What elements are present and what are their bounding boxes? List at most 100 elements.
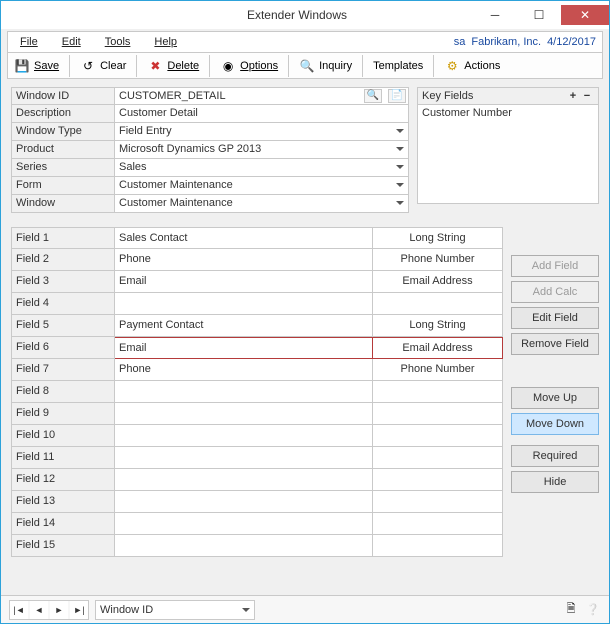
options-icon: ◉ (220, 58, 236, 74)
field-name-cell[interactable] (115, 513, 373, 535)
field-type-cell[interactable] (373, 513, 503, 535)
sort-by-select[interactable]: Window ID (95, 600, 255, 620)
field-row[interactable]: Field 3EmailEmail Address (11, 271, 503, 293)
field-row[interactable]: Field 5Payment ContactLong String (11, 315, 503, 337)
input-window-id[interactable]: CUSTOMER_DETAIL 🔍 📄 (115, 87, 409, 105)
delete-button[interactable]: ✖Delete (141, 55, 205, 77)
select-form[interactable]: Customer Maintenance (115, 177, 409, 195)
required-button[interactable]: Required (511, 445, 599, 467)
lookup-icon[interactable]: 🔍 (364, 89, 382, 103)
remove-field-button[interactable]: Remove Field (511, 333, 599, 355)
field-type-cell[interactable]: Long String (373, 315, 503, 337)
field-name-cell[interactable]: Payment Contact (115, 315, 373, 337)
field-row[interactable]: Field 13 (11, 491, 503, 513)
field-type-cell[interactable]: Long String (373, 227, 503, 249)
nav-next-button[interactable]: ► (50, 601, 68, 619)
field-row[interactable]: Field 7PhonePhone Number (11, 359, 503, 381)
key-field-item[interactable]: Customer Number (422, 107, 594, 119)
nav-first-button[interactable]: |◄ (10, 601, 28, 619)
menu-help[interactable]: Help (142, 33, 189, 51)
note-icon[interactable]: 📄 (388, 89, 406, 103)
templates-button[interactable]: Templates (367, 55, 429, 77)
record-nav: |◄ ◄ ► ►| (9, 600, 89, 620)
field-row[interactable]: Field 12 (11, 469, 503, 491)
field-type-cell[interactable] (373, 469, 503, 491)
clear-button[interactable]: ↺Clear (74, 55, 132, 77)
select-window[interactable]: Customer Maintenance (115, 195, 409, 213)
field-name-cell[interactable] (115, 469, 373, 491)
extender-window: Extender Windows ─ ☐ ✕ File Edit Tools H… (0, 0, 610, 624)
field-type-cell[interactable]: Phone Number (373, 249, 503, 271)
field-row[interactable]: Field 4 (11, 293, 503, 315)
menu-tools[interactable]: Tools (93, 33, 143, 51)
move-down-button[interactable]: Move Down (511, 413, 599, 435)
field-row[interactable]: Field 8 (11, 381, 503, 403)
select-product[interactable]: Microsoft Dynamics GP 2013 (115, 141, 409, 159)
menu-file[interactable]: File (8, 33, 50, 51)
field-name-cell[interactable]: Phone (115, 359, 373, 381)
field-name-cell[interactable]: Sales Contact (115, 227, 373, 249)
field-label: Field 13 (11, 491, 115, 513)
field-row[interactable]: Field 2PhonePhone Number (11, 249, 503, 271)
edit-field-button[interactable]: Edit Field (511, 307, 599, 329)
field-type-cell[interactable] (373, 425, 503, 447)
field-name-cell[interactable] (115, 447, 373, 469)
field-type-cell[interactable] (373, 403, 503, 425)
hide-button[interactable]: Hide (511, 471, 599, 493)
inquiry-button[interactable]: 🔍Inquiry (293, 55, 358, 77)
field-label: Field 2 (11, 249, 115, 271)
field-name-cell[interactable] (115, 293, 373, 315)
nav-prev-button[interactable]: ◄ (30, 601, 48, 619)
field-name-cell[interactable] (115, 381, 373, 403)
actions-column: Add Field Add Calc Edit Field Remove Fie… (511, 227, 599, 557)
move-up-button[interactable]: Move Up (511, 387, 599, 409)
field-row[interactable]: Field 9 (11, 403, 503, 425)
menu-edit[interactable]: Edit (50, 33, 93, 51)
nav-last-button[interactable]: ►| (70, 601, 88, 619)
label-form: Form (11, 177, 115, 195)
save-icon: 💾 (14, 58, 30, 74)
actions-button[interactable]: ⚙Actions (438, 55, 506, 77)
field-row[interactable]: Field 15 (11, 535, 503, 557)
field-row[interactable]: Field 14 (11, 513, 503, 535)
label-product: Product (11, 141, 115, 159)
field-type-cell[interactable]: Email Address (373, 271, 503, 293)
field-type-cell[interactable]: Email Address (373, 337, 503, 359)
add-calc-button[interactable]: Add Calc (511, 281, 599, 303)
field-type-cell[interactable] (373, 381, 503, 403)
field-type-cell[interactable]: Phone Number (373, 359, 503, 381)
field-row[interactable]: Field 10 (11, 425, 503, 447)
window-title: Extender Windows (121, 8, 473, 22)
field-type-cell[interactable] (373, 293, 503, 315)
select-window-type[interactable]: Field Entry (115, 123, 409, 141)
current-date: 4/12/2017 (547, 36, 596, 48)
field-row[interactable]: Field 1Sales ContactLong String (11, 227, 503, 249)
key-fields-add-button[interactable]: + (566, 90, 580, 102)
field-name-cell[interactable] (115, 403, 373, 425)
label-window-type: Window Type (11, 123, 115, 141)
field-label: Field 15 (11, 535, 115, 557)
key-fields-remove-button[interactable]: − (580, 90, 594, 102)
input-description[interactable]: Customer Detail (115, 105, 409, 123)
field-name-cell[interactable] (115, 425, 373, 447)
save-button[interactable]: 💾Save (8, 55, 65, 77)
field-name-cell[interactable] (115, 491, 373, 513)
field-name-cell[interactable]: Phone (115, 249, 373, 271)
field-name-cell[interactable] (115, 535, 373, 557)
help-icon[interactable]: ❔ (585, 602, 601, 618)
field-type-cell[interactable] (373, 535, 503, 557)
add-field-button[interactable]: Add Field (511, 255, 599, 277)
field-name-cell[interactable]: Email (115, 337, 373, 359)
field-row[interactable]: Field 11 (11, 447, 503, 469)
select-series[interactable]: Sales (115, 159, 409, 177)
options-button[interactable]: ◉Options (214, 55, 284, 77)
minimize-button[interactable]: ─ (473, 5, 517, 25)
maximize-button[interactable]: ☐ (517, 5, 561, 25)
field-name-cell[interactable]: Email (115, 271, 373, 293)
key-fields-list[interactable]: Customer Number (417, 105, 599, 204)
field-type-cell[interactable] (373, 447, 503, 469)
field-row[interactable]: Field 6EmailEmail Address (11, 337, 503, 359)
field-type-cell[interactable] (373, 491, 503, 513)
print-icon[interactable]: 🗎 (563, 602, 579, 618)
close-button[interactable]: ✕ (561, 5, 609, 25)
